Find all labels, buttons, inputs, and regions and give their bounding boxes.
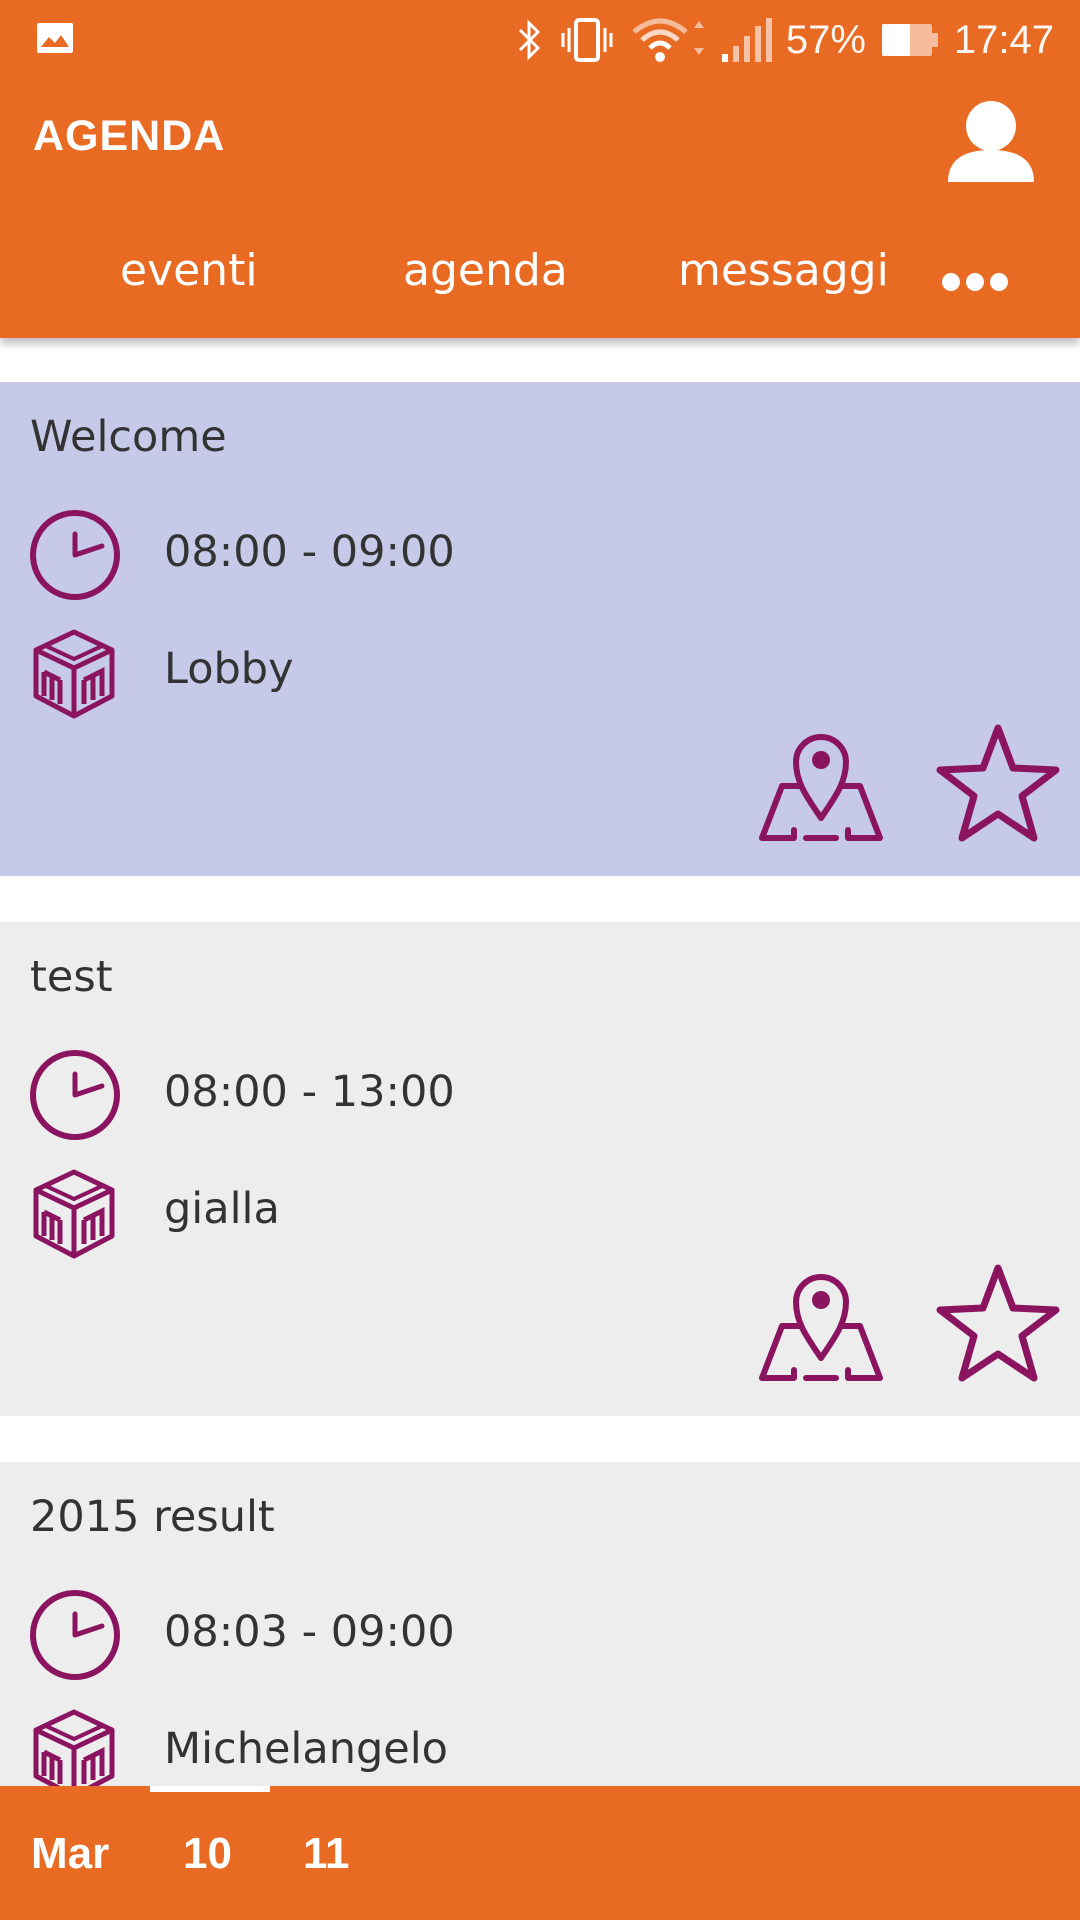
event-time: 08:00 - 09:00 xyxy=(164,527,455,577)
event-room: Lobby xyxy=(164,644,294,694)
room-icon xyxy=(32,628,116,720)
tab-agenda[interactable]: agenda xyxy=(403,236,568,306)
event-title: Welcome xyxy=(30,412,227,462)
tab-eventi[interactable]: eventi xyxy=(120,236,258,306)
app-bar: 57% 17:47 AGENDA eventi agenda messaggi xyxy=(0,0,1080,338)
selected-date-indicator xyxy=(150,1786,270,1792)
page-title: AGENDA xyxy=(33,112,226,160)
room-icon xyxy=(32,1168,116,1260)
date-month: Mar xyxy=(31,1829,110,1878)
clock-icon xyxy=(28,508,122,602)
user-icon[interactable] xyxy=(946,98,1036,186)
wifi-icon xyxy=(632,18,704,62)
map-location-icon[interactable] xyxy=(758,1262,884,1386)
bluetooth-icon xyxy=(518,19,540,61)
event-card[interactable]: test 08:00 - 13:00 gialla xyxy=(0,922,1080,1416)
vibrate-icon xyxy=(561,18,613,62)
battery-icon xyxy=(881,24,938,56)
event-room: Michelangelo xyxy=(164,1724,448,1774)
clock-icon xyxy=(28,1048,122,1142)
map-location-icon[interactable] xyxy=(758,722,884,846)
nav-tabs: eventi agenda messaggi xyxy=(0,236,1080,306)
status-bar: 57% 17:47 xyxy=(0,0,1080,78)
clock-icon xyxy=(28,1588,122,1682)
event-title: test xyxy=(30,952,113,1002)
clock: 17:47 xyxy=(953,17,1054,62)
star-icon[interactable] xyxy=(934,722,1062,846)
event-time: 08:03 - 09:00 xyxy=(164,1607,455,1657)
star-icon[interactable] xyxy=(934,1262,1062,1386)
date-bar: Mar 10 11 xyxy=(0,1786,1080,1920)
date-day-11[interactable]: 11 xyxy=(303,1824,350,1884)
event-room: gialla xyxy=(164,1184,280,1234)
event-title: 2015 result xyxy=(30,1492,275,1542)
date-day-10[interactable]: 10 xyxy=(183,1824,232,1884)
event-time: 08:00 - 13:00 xyxy=(164,1067,455,1117)
status-icons: 57% 17:47 xyxy=(516,12,1054,68)
event-card[interactable]: Welcome 08:00 - 09:00 Lobby xyxy=(0,382,1080,876)
tab-messaggi[interactable]: messaggi xyxy=(678,236,889,306)
signal-icon xyxy=(721,18,772,62)
more-dots-icon[interactable] xyxy=(942,270,1012,294)
battery-percentage: 57% xyxy=(785,17,866,62)
gallery-icon xyxy=(37,23,73,53)
